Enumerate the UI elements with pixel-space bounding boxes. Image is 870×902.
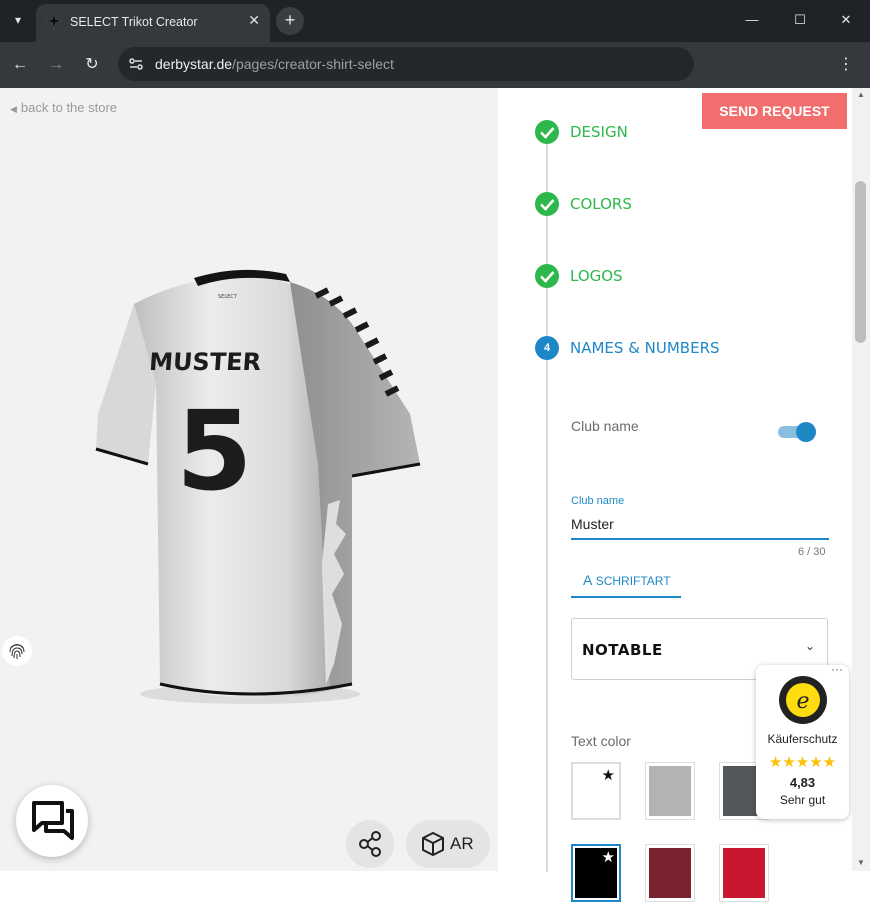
scroll-up-icon[interactable]: ▲ [857, 90, 865, 99]
ar-label: AR [450, 834, 474, 853]
rating-text: Sehr gut [779, 793, 826, 807]
trusted-shops-badge[interactable]: ··· e Käuferschutz ★★★★★ 4,83 Sehr gut [756, 662, 849, 819]
star-icon: ★ [601, 849, 615, 866]
url-text: derbystar.de/pages/creator-shirt-select [155, 56, 394, 72]
browser-menu-icon[interactable]: ⋮ [838, 54, 854, 74]
scroll-thumb[interactable] [855, 181, 866, 343]
check-icon [535, 264, 559, 288]
club-name-input[interactable] [571, 510, 829, 540]
favicon-icon [46, 13, 62, 29]
trusted-shops-seal-icon: e [779, 676, 827, 724]
shirt-viewer[interactable]: ◀ back to the store SELECT MUSTER 5 AR [0, 88, 498, 871]
scrollbar[interactable]: ▲ ▼ [852, 88, 870, 871]
more-icon[interactable]: ··· [831, 662, 843, 676]
minimize-icon[interactable]: — [742, 10, 762, 30]
step-number-badge: 4 [535, 336, 559, 360]
reload-icon[interactable]: ↻ [81, 54, 103, 76]
step-label: DESIGN [570, 123, 628, 141]
site-settings-icon[interactable] [128, 56, 144, 72]
chat-bubbles-icon [32, 801, 74, 840]
font-tab-label: SCHRIFTART [595, 574, 671, 588]
color-swatch-burgundy[interactable] [645, 844, 695, 902]
close-window-icon[interactable]: ✕ [836, 10, 856, 30]
address-toolbar: ← → ↻ derbystar.de/pages/creator-shirt-s… [0, 42, 870, 88]
back-to-store-link[interactable]: ◀ back to the store [10, 100, 121, 115]
club-name-input-label: Club name [571, 495, 625, 507]
svg-text:SELECT: SELECT [218, 294, 238, 300]
rating-stars: ★★★★★ [768, 754, 837, 771]
maximize-icon[interactable]: ☐ [790, 10, 810, 30]
close-tab-icon[interactable]: ✕ [248, 12, 260, 29]
step-label: COLORS [570, 195, 632, 213]
club-name-toggle-label: Club name [571, 418, 639, 434]
share-button[interactable] [346, 820, 394, 868]
svg-text:e: e [796, 689, 809, 714]
stepper-line [546, 132, 548, 872]
shirt-name-print: MUSTER [148, 348, 262, 376]
ar-view-button[interactable]: AR [406, 820, 490, 868]
fingerprint-icon[interactable] [2, 636, 32, 666]
font-select-value: NOTABLE [582, 641, 663, 659]
forward-arrow-icon[interactable]: → [45, 54, 67, 76]
rating-score: 4,83 [789, 775, 816, 790]
color-swatch-red[interactable] [719, 844, 769, 902]
browser-tab[interactable]: SELECT Trikot Creator ✕ [36, 4, 270, 42]
color-swatch-black[interactable]: ★ [571, 844, 621, 902]
font-a-icon: A [583, 572, 593, 588]
check-icon [535, 120, 559, 144]
chevron-down-icon: ⌄ [804, 639, 815, 653]
step-label: LOGOS [570, 267, 623, 285]
back-triangle-icon: ◀ [10, 104, 17, 114]
selected-star-icon: ★ [601, 767, 615, 784]
tab-title: SELECT Trikot Creator [70, 15, 198, 29]
char-counter: 6 / 30 [798, 546, 826, 558]
chat-support-button[interactable] [16, 785, 88, 857]
cube-icon [422, 832, 444, 856]
browser-tab-bar: ▾ SELECT Trikot Creator ✕ + — ☐ ✕ [0, 0, 870, 42]
new-tab-button[interactable]: + [276, 7, 304, 35]
check-icon [535, 192, 559, 216]
trust-title: Käuferschutz [767, 732, 838, 746]
scroll-down-icon[interactable]: ▼ [857, 858, 865, 867]
url-bar[interactable]: derbystar.de/pages/creator-shirt-select [118, 47, 694, 81]
shirt-number-print: 5 [176, 387, 253, 515]
send-request-button[interactable]: SEND REQUEST [702, 93, 847, 129]
back-arrow-icon[interactable]: ← [9, 54, 31, 76]
color-swatch-white[interactable]: ★ [571, 762, 621, 820]
tab-search-chevron-icon[interactable]: ▾ [8, 10, 28, 30]
toggle-knob [796, 422, 816, 442]
share-icon [359, 831, 381, 857]
club-name-toggle[interactable] [778, 421, 816, 442]
text-color-label: Text color [571, 733, 631, 749]
step-label: NAMES & NUMBERS [570, 339, 720, 357]
tab-font[interactable]: A SCHRIFTART [571, 572, 681, 598]
color-swatch-light-grey[interactable] [645, 762, 695, 820]
shirt-3d-preview[interactable]: SELECT MUSTER 5 [90, 264, 425, 709]
